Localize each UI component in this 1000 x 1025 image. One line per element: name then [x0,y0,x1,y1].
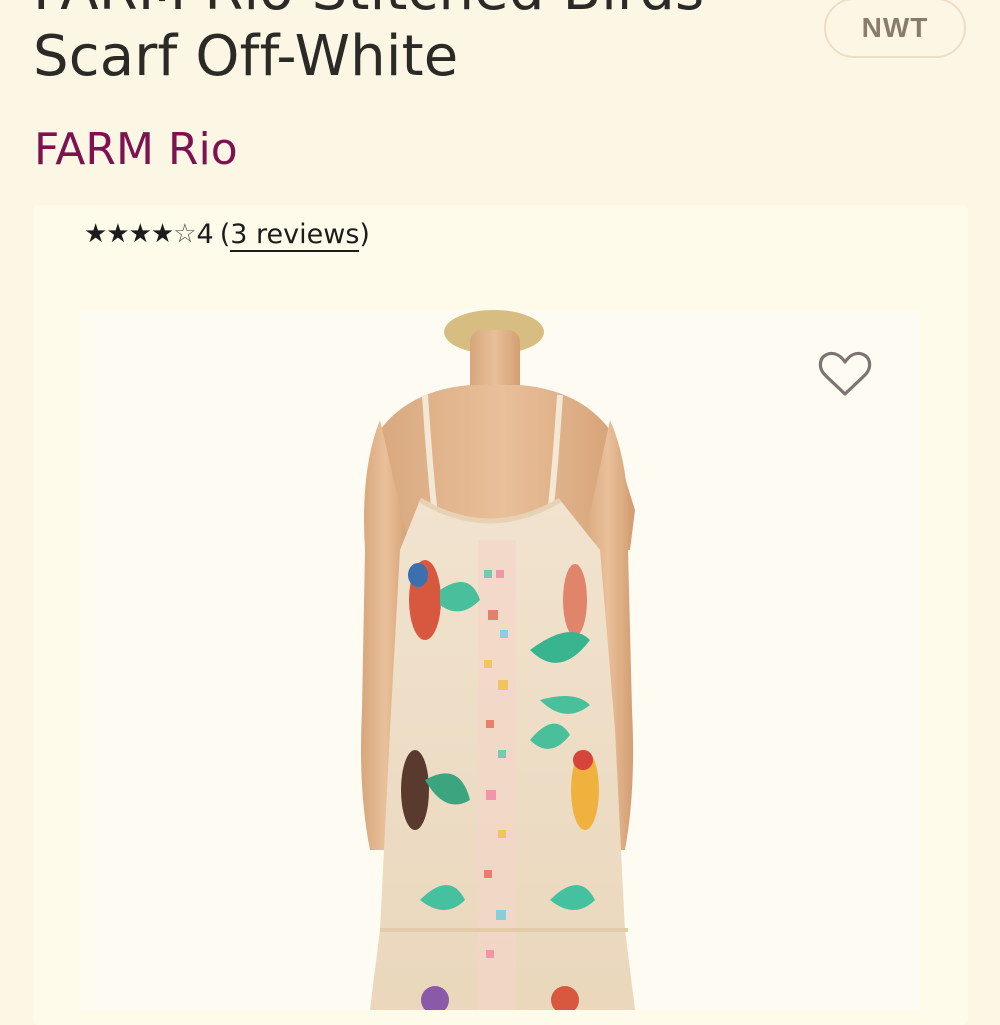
product-title-line-2: Scarf Off-White [33,24,459,89]
rating-summary: ★★★★☆ 4 (3 reviews) [84,214,370,254]
condition-badge[interactable]: NWT [824,0,966,58]
reviews-link[interactable]: 3 reviews [230,218,360,252]
rating-value: 4 [196,218,214,250]
rating-stars: ★★★★☆ [84,219,197,249]
rating-full-stars: ★★★★ [84,219,174,249]
rating-half-star: ☆ [173,219,196,249]
product-photo[interactable] [80,310,920,1010]
product-title-line-1: FARM Rio Stitched Birds [33,0,793,24]
heart-outline-icon[interactable] [818,350,872,398]
model-dress-image [361,310,635,1010]
reviews-count: (3 reviews) [219,218,370,252]
product-title: FARM Rio Stitched Birds Scarf Off-White [33,0,793,90]
brand-link[interactable]: FARM Rio [34,124,238,175]
